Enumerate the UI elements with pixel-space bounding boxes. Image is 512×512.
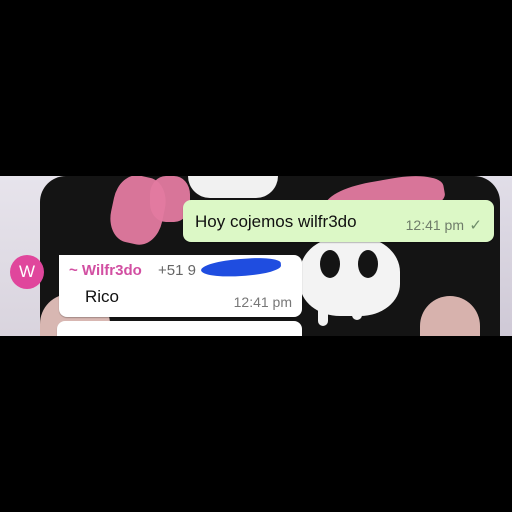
message-text: Rico [85,287,120,306]
incoming-message[interactable]: ~ Wilfr3do +51 9 Rico 12:41 pm [59,255,302,317]
incoming-message-partial[interactable] [57,321,302,336]
message-time: 12:41 pm [405,217,464,233]
wallpaper-skull-print [300,236,400,316]
message-text: Hoy cojemos wilfr3do [195,212,357,231]
redaction-scribble [200,256,282,279]
wallpaper-drip [352,296,362,320]
outgoing-message[interactable]: Hoy cojemos wilfr3do 12:41 pm ✓ [183,200,494,242]
wallpaper-print-top [188,176,278,198]
skull-eye [358,250,378,278]
chat-view: Hoy cojemos wilfr3do 12:41 pm ✓ W ~ Wilf… [0,176,512,336]
sender-phone: +51 9 [158,262,196,279]
wallpaper-drip [318,296,328,326]
message-time: 12:41 pm [233,294,292,310]
skull-eye [320,250,340,278]
check-icon: ✓ [469,217,482,234]
avatar[interactable]: W [10,255,44,289]
sender-name[interactable]: ~ Wilfr3do [69,262,142,279]
